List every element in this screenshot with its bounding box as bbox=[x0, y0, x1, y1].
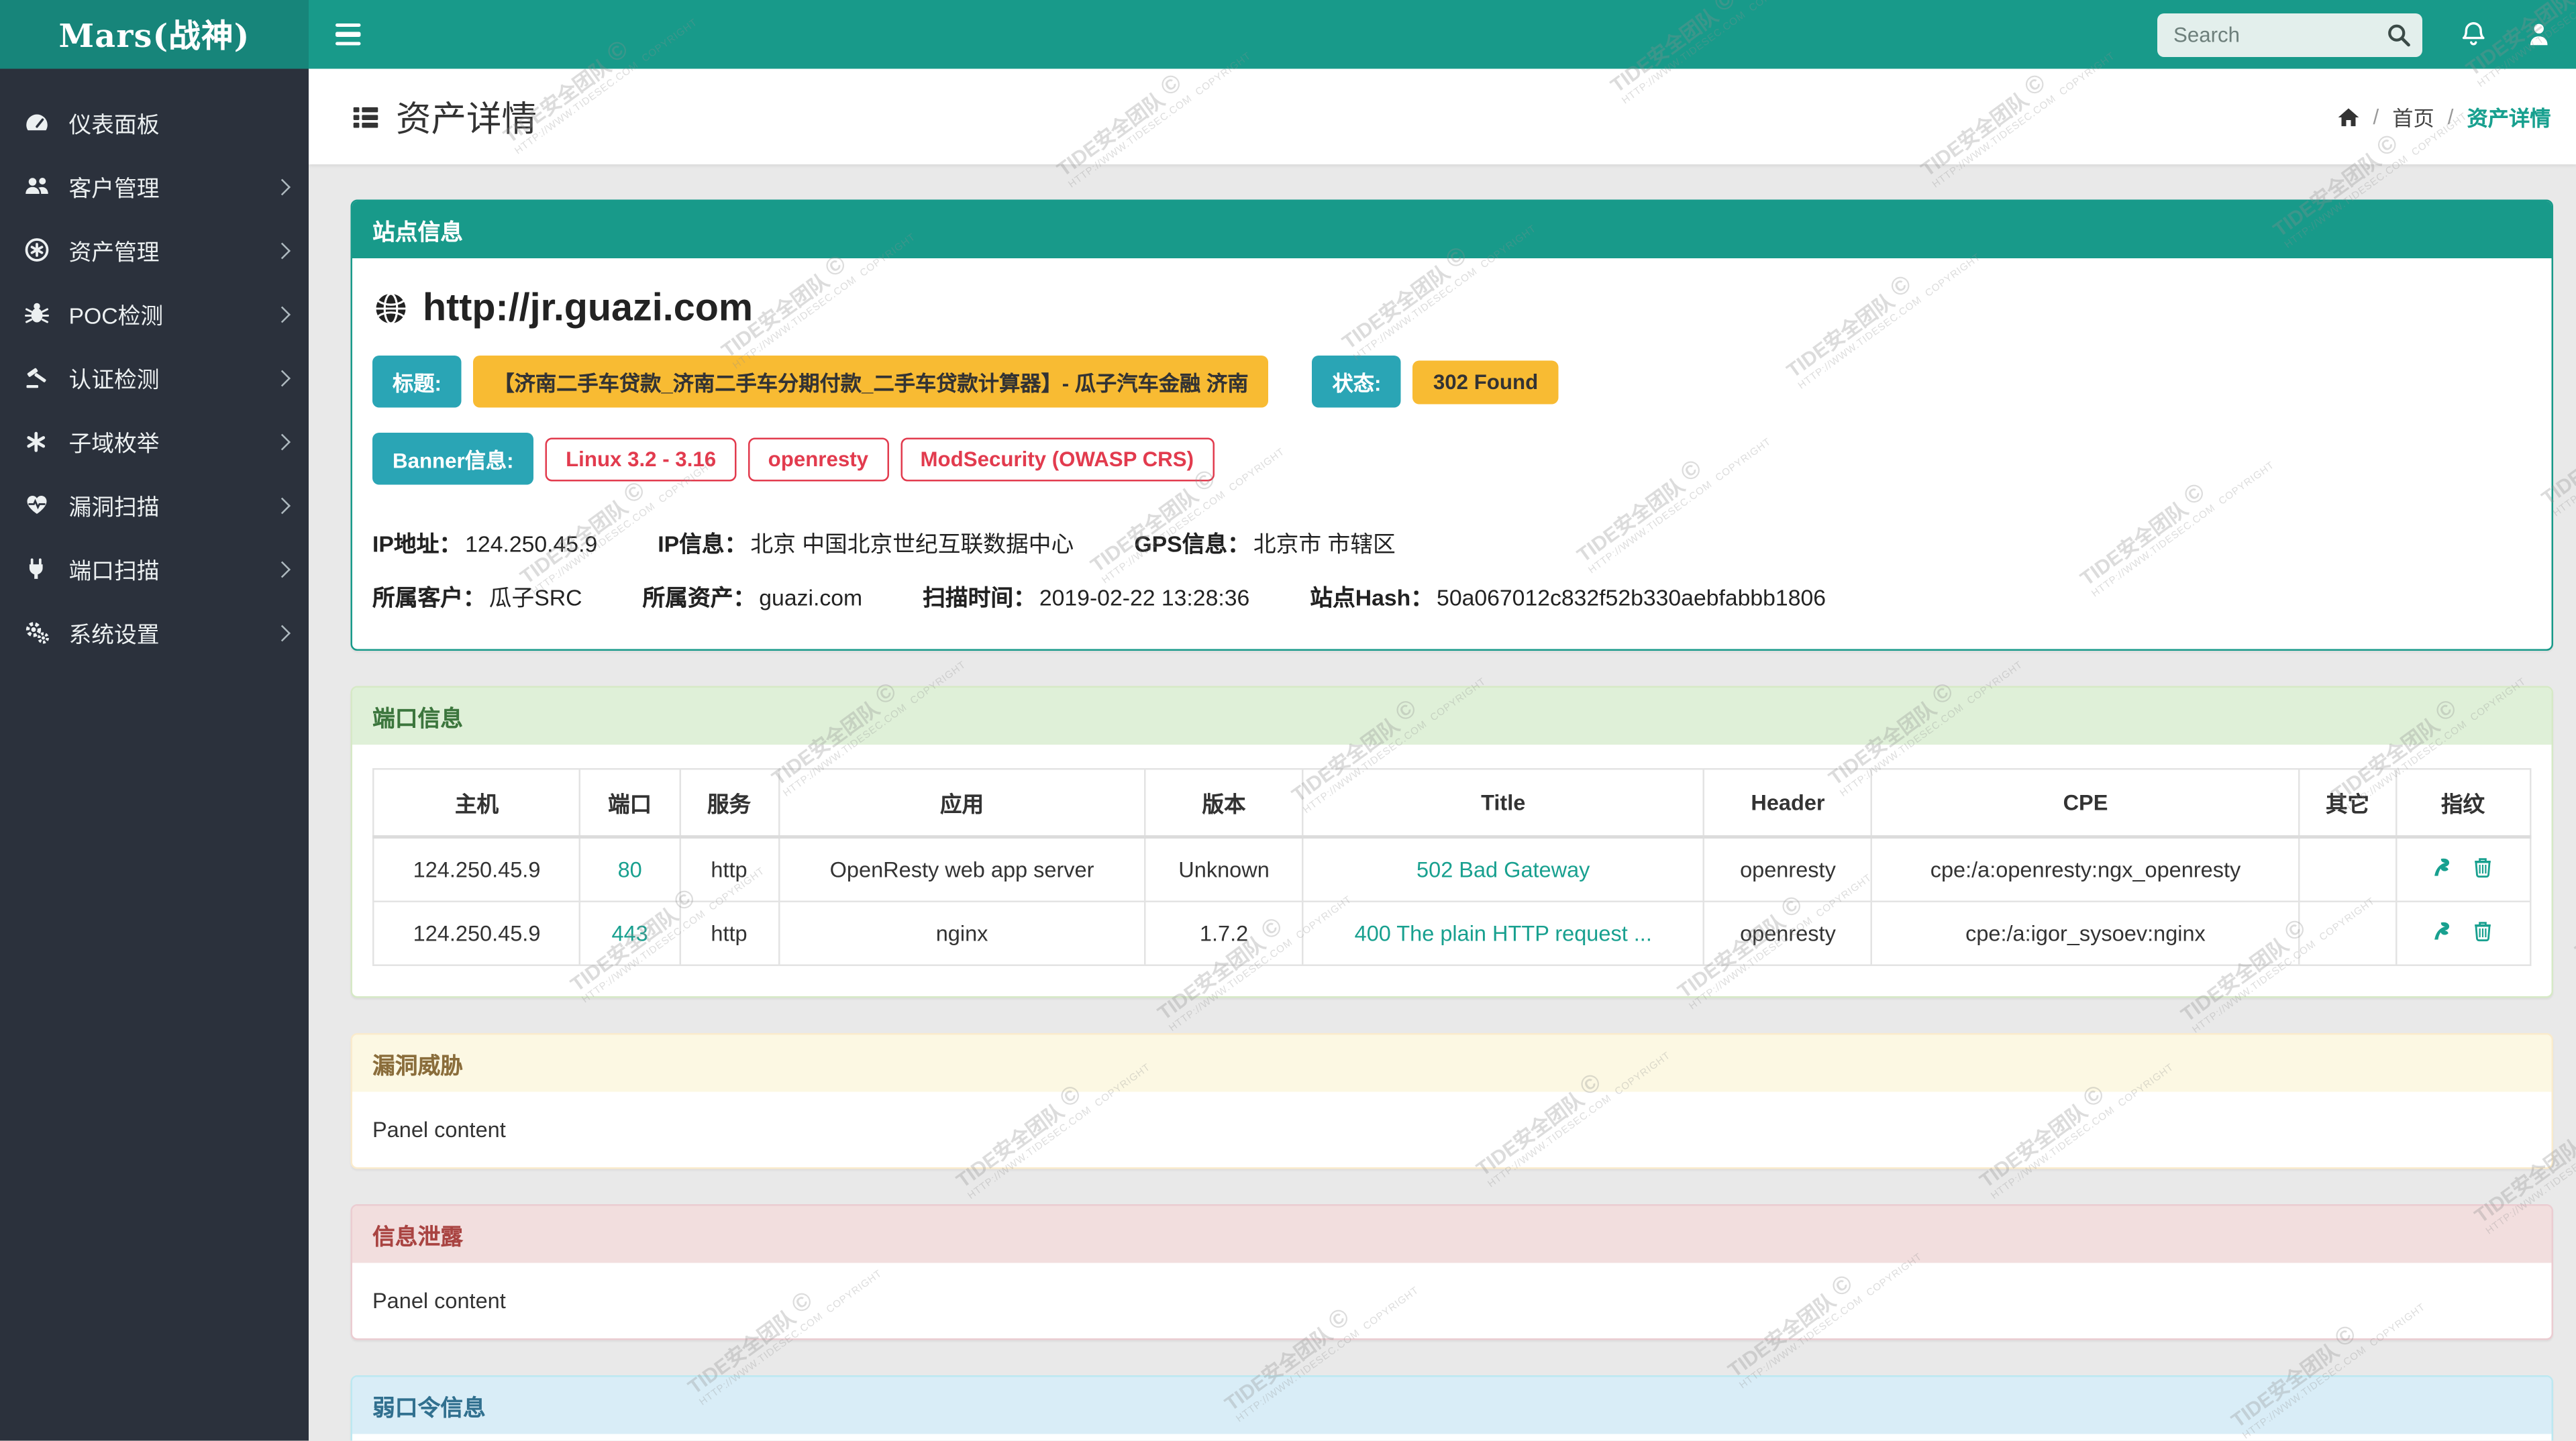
asset-value: guazi.com bbox=[759, 586, 862, 611]
sidebar-item-dashboard[interactable]: 仪表面板 bbox=[0, 91, 309, 154]
application-window: Mars(战神) bbox=[0, 0, 2576, 1441]
delete-trash-icon[interactable] bbox=[2471, 919, 2495, 943]
title-link[interactable]: 502 Bad Gateway bbox=[1416, 857, 1590, 883]
search-input[interactable] bbox=[2157, 13, 2422, 56]
chevron-right-icon bbox=[274, 497, 289, 513]
sidebar-item-portscan[interactable]: 端口扫描 bbox=[0, 537, 309, 600]
sidebar-menu: 仪表面板 客户管理 资产管理 POC检测 bbox=[0, 69, 309, 1441]
notifications-bell-icon[interactable] bbox=[2459, 20, 2487, 49]
table-row: 124.250.45.9 443 http nginx 1.7.2 400 Th… bbox=[373, 902, 2530, 965]
fingerprint-leaf-icon[interactable] bbox=[2431, 919, 2455, 943]
globe-icon bbox=[372, 289, 409, 326]
site-url-heading: http://jr.guazi.com bbox=[372, 285, 2530, 331]
ports-table: 主机 端口 服务 应用 版本 Title Header CPE 其它 指纹 bbox=[372, 768, 2530, 966]
title-status-row: 标题: 【济南二手车贷款_济南二手车分期付款_二手车贷款计算器】- 瓜子汽车金融… bbox=[372, 356, 2530, 408]
weak-password-panel: 弱口令信息 Panel content bbox=[351, 1375, 2553, 1441]
cogs-icon bbox=[22, 620, 51, 645]
info-leak-panel: 信息泄露 Panel content bbox=[351, 1204, 2553, 1340]
title-label-badge: 标题: bbox=[372, 356, 462, 408]
sidebar-item-settings[interactable]: 系统设置 bbox=[0, 600, 309, 664]
sidebar-item-assets[interactable]: 资产管理 bbox=[0, 218, 309, 282]
port-info-panel: 端口信息 主机 端口 服务 应用 bbox=[351, 686, 2553, 998]
breadcrumb-home-label[interactable]: 首页 bbox=[2392, 101, 2434, 133]
chevron-right-icon bbox=[274, 433, 289, 449]
plug-icon bbox=[22, 556, 51, 582]
ip-info-row: IP地址：124.250.45.9 IP信息：北京 中国北京世纪互联数据中心 G… bbox=[372, 510, 2530, 576]
asterisk-icon bbox=[22, 429, 51, 454]
gavel-icon bbox=[22, 365, 51, 390]
banner-badge-server: openresty bbox=[748, 437, 888, 480]
page-title: 资产详情 bbox=[351, 91, 537, 142]
info-leak-panel-content: Panel content bbox=[352, 1263, 2551, 1339]
delete-trash-icon[interactable] bbox=[2471, 855, 2495, 879]
chevron-right-icon bbox=[274, 625, 289, 640]
bug-icon bbox=[22, 301, 51, 327]
heartbeat-icon bbox=[22, 492, 51, 518]
chevron-right-icon bbox=[274, 178, 289, 194]
table-header-row: 主机 端口 服务 应用 版本 Title Header CPE 其它 指纹 bbox=[373, 769, 2530, 837]
fingerprint-leaf-icon[interactable] bbox=[2431, 855, 2455, 879]
customer-value: 瓜子SRC bbox=[489, 586, 582, 611]
ip-info-value: 北京 中国北京世纪互联数据中心 bbox=[750, 532, 1074, 557]
site-info-panel-title: 站点信息 bbox=[352, 201, 2551, 258]
site-info-panel: 站点信息 http://jr.guazi.com 标题: bbox=[351, 200, 2553, 651]
users-icon bbox=[22, 174, 51, 199]
site-url-text[interactable]: http://jr.guazi.com bbox=[423, 285, 753, 331]
port-link[interactable]: 80 bbox=[618, 857, 642, 883]
sidebar-item-customers[interactable]: 客户管理 bbox=[0, 154, 309, 218]
sidebar-toggle-button[interactable] bbox=[336, 9, 386, 60]
vuln-threat-panel-content: Panel content bbox=[352, 1092, 2551, 1168]
weak-password-panel-title: 弱口令信息 bbox=[352, 1377, 2551, 1434]
info-leak-panel-title: 信息泄露 bbox=[352, 1206, 2551, 1263]
asset-circle-icon bbox=[22, 237, 51, 263]
status-label-badge: 状态: bbox=[1312, 356, 1401, 408]
chevron-right-icon bbox=[274, 242, 289, 258]
brand-logo[interactable]: Mars(战神) bbox=[0, 0, 309, 69]
vuln-threat-panel-title: 漏洞威胁 bbox=[352, 1035, 2551, 1092]
user-menu-icon[interactable] bbox=[2524, 20, 2553, 49]
vuln-threat-panel: 漏洞威胁 Panel content bbox=[351, 1033, 2553, 1169]
title-value-badge: 【济南二手车贷款_济南二手车分期付款_二手车贷款计算器】- 瓜子汽车金融 济南 bbox=[473, 356, 1268, 408]
owner-info-row: 所属客户：瓜子SRC 所属资产：guazi.com 扫描时间：2019-02-2… bbox=[372, 576, 2530, 629]
port-info-panel-title: 端口信息 bbox=[352, 688, 2551, 745]
breadcrumb: / 首页 / 资产详情 bbox=[2336, 101, 2551, 133]
search-box bbox=[2157, 13, 2422, 56]
sidebar-item-poc[interactable]: POC检测 bbox=[0, 282, 309, 345]
table-row: 124.250.45.9 80 http OpenResty web app s… bbox=[373, 837, 2530, 902]
ip-address-value: 124.250.45.9 bbox=[465, 532, 597, 557]
sidebar-item-vulnscan[interactable]: 漏洞扫描 bbox=[0, 473, 309, 537]
gps-info-value: 北京市 市辖区 bbox=[1253, 532, 1396, 557]
list-icon bbox=[351, 101, 381, 131]
tachometer-icon bbox=[22, 110, 51, 136]
sidebar-item-subdomain[interactable]: 子域枚举 bbox=[0, 409, 309, 473]
search-icon[interactable] bbox=[2385, 21, 2412, 48]
port-link[interactable]: 443 bbox=[612, 921, 648, 947]
content-header: 资产详情 / 首页 / 资产详情 bbox=[309, 69, 2576, 165]
top-navbar: Mars(战神) bbox=[0, 0, 2576, 69]
status-value-badge: 302 Found bbox=[1413, 360, 1558, 403]
banner-badge-os: Linux 3.2 - 3.16 bbox=[546, 437, 736, 480]
scan-time-value: 2019-02-22 13:28:36 bbox=[1039, 586, 1249, 611]
banner-label-badge: Banner信息: bbox=[372, 433, 534, 485]
chevron-right-icon bbox=[274, 306, 289, 321]
home-icon bbox=[2336, 105, 2359, 128]
breadcrumb-home-link[interactable] bbox=[2336, 105, 2359, 128]
site-hash-value: 50a067012c832f52b330aebfabbb1806 bbox=[1437, 586, 1826, 611]
sidebar-item-auth[interactable]: 认证检测 bbox=[0, 345, 309, 409]
banner-badge-waf: ModSecurity (OWASP CRS) bbox=[900, 437, 1214, 480]
chevron-right-icon bbox=[274, 561, 289, 576]
weak-password-panel-content: Panel content bbox=[352, 1434, 2551, 1441]
title-link[interactable]: 400 The plain HTTP request ... bbox=[1355, 921, 1652, 947]
banner-row: Banner信息: Linux 3.2 - 3.16 openresty Mod… bbox=[372, 433, 2530, 485]
breadcrumb-current: 资产详情 bbox=[2467, 101, 2551, 133]
chevron-right-icon bbox=[274, 370, 289, 385]
